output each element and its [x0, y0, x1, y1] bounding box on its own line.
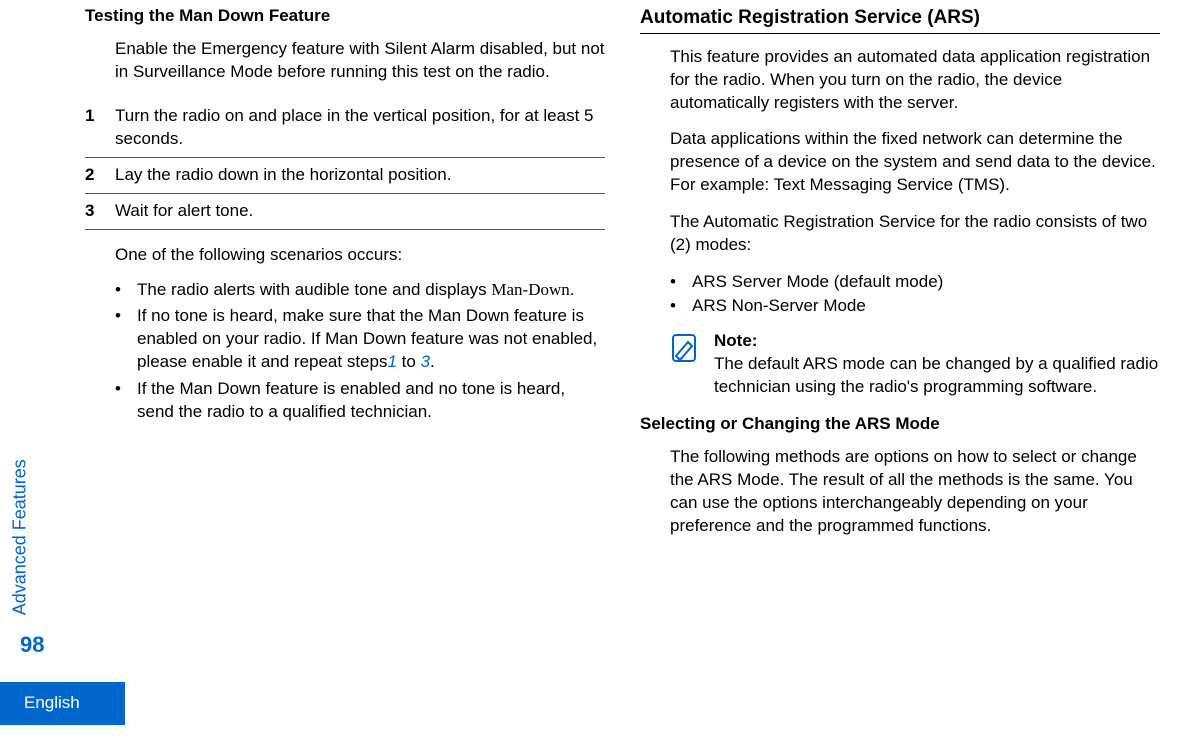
step-number: 1 — [85, 105, 115, 151]
step-item: 3 Wait for alert tone. — [85, 194, 605, 230]
scenario-text: If the Man Down feature is enabled and n… — [137, 378, 605, 424]
bullet-icon: • — [670, 295, 692, 318]
step-item: 2 Lay the radio down in the horizontal p… — [85, 158, 605, 194]
step-number: 2 — [85, 164, 115, 187]
bullet-icon: • — [670, 271, 692, 294]
note-text: Note: The default ARS mode can be change… — [714, 330, 1160, 399]
mode-text: ARS Server Mode (default mode) — [692, 271, 943, 294]
modes-list: • ARS Server Mode (default mode) • ARS N… — [670, 271, 1160, 318]
bullet-icon: • — [115, 279, 137, 302]
scenario-text: If no tone is heard, make sure that the … — [137, 305, 605, 374]
left-intro: Enable the Emergency feature with Silent… — [115, 38, 605, 84]
sidebar-section-label: Advanced Features — [8, 459, 32, 615]
note-block: Note: The default ARS mode can be change… — [670, 330, 1160, 399]
display-value: Man-Down — [491, 280, 569, 299]
scenario-text: The radio alerts with audible tone and d… — [137, 279, 605, 302]
post-steps-text: One of the following scenarios occurs: — [115, 244, 605, 267]
note-title: Note: — [714, 330, 1160, 353]
sidebar-margin: Advanced Features 98 English — [0, 0, 70, 745]
list-item: • If the Man Down feature is enabled and… — [115, 378, 605, 424]
list-item: • If no tone is heard, make sure that th… — [115, 305, 605, 374]
step-link[interactable]: 1 — [387, 352, 396, 371]
paragraph: Data applications within the fixed netwo… — [670, 128, 1160, 197]
text-fragment: The radio alerts with audible tone and d… — [137, 280, 491, 299]
note-icon — [670, 332, 702, 364]
step-text: Turn the radio on and place in the verti… — [115, 105, 605, 151]
right-column: Automatic Registration Service (ARS) Thi… — [640, 5, 1160, 740]
list-item: • The radio alerts with audible tone and… — [115, 279, 605, 302]
text-fragment: . — [570, 280, 575, 299]
content-columns: Testing the Man Down Feature Enable the … — [70, 0, 1200, 745]
mode-text: ARS Non-Server Mode — [692, 295, 866, 318]
sub-section-title: Selecting or Changing the ARS Mode — [640, 413, 1160, 436]
step-text: Lay the radio down in the horizontal pos… — [115, 164, 605, 187]
list-item: • ARS Non-Server Mode — [670, 295, 1160, 318]
right-header: Automatic Registration Service (ARS) — [640, 5, 1160, 34]
bullet-icon: • — [115, 305, 137, 374]
bullet-icon: • — [115, 378, 137, 424]
paragraph: The Automatic Registration Service for t… — [670, 211, 1160, 257]
steps-list: 1 Turn the radio on and place in the ver… — [85, 99, 605, 230]
text-fragment: If no tone is heard, make sure that the … — [137, 306, 597, 371]
list-item: • ARS Server Mode (default mode) — [670, 271, 1160, 294]
note-body: The default ARS mode can be changed by a… — [714, 353, 1160, 399]
text-fragment: . — [430, 352, 435, 371]
text-fragment: to — [397, 352, 421, 371]
scenarios-list: • The radio alerts with audible tone and… — [115, 279, 605, 425]
language-tab: English — [0, 682, 125, 725]
page-container: Advanced Features 98 English Testing the… — [0, 0, 1200, 745]
step-link[interactable]: 3 — [421, 352, 430, 371]
paragraph: The following methods are options on how… — [670, 446, 1160, 538]
left-section-title: Testing the Man Down Feature — [85, 5, 605, 28]
paragraph: This feature provides an automated data … — [670, 46, 1160, 115]
step-number: 3 — [85, 200, 115, 223]
step-item: 1 Turn the radio on and place in the ver… — [85, 99, 605, 158]
page-number: 98 — [20, 630, 44, 660]
left-column: Testing the Man Down Feature Enable the … — [85, 5, 605, 740]
step-text: Wait for alert tone. — [115, 200, 605, 223]
